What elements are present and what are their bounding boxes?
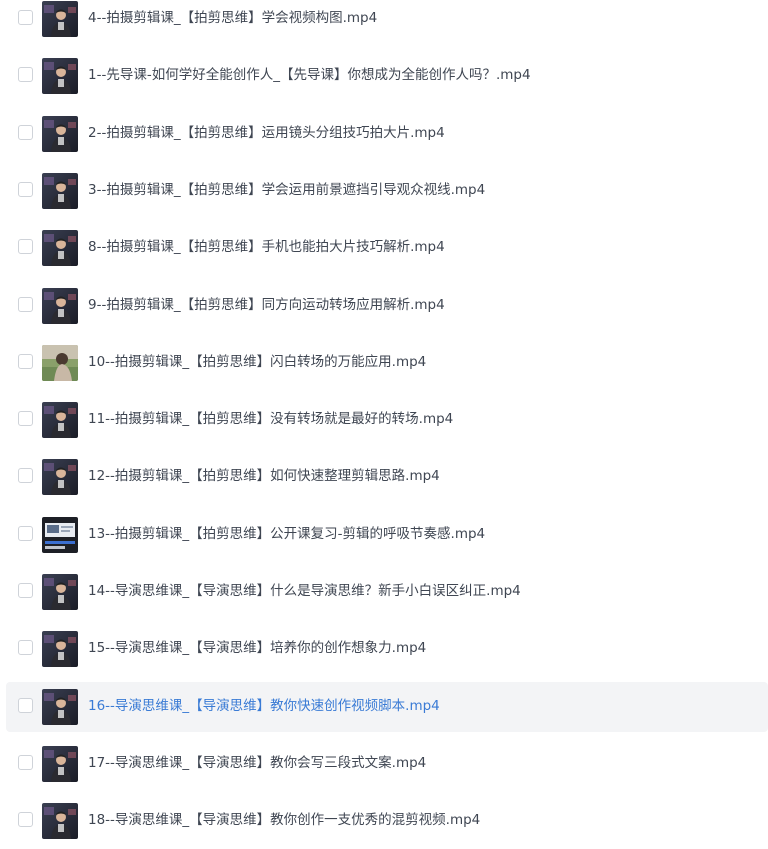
file-row[interactable]: 15--导演思维课_【导演思维】培养你的创作想象力.mp4 <box>6 624 768 674</box>
file-checkbox[interactable] <box>18 468 33 484</box>
file-checkbox[interactable] <box>18 10 33 25</box>
file-name[interactable]: 13--拍摄剪辑课_【拍剪思维】公开课复习-剪辑的呼吸节奏感.mp4 <box>88 524 485 544</box>
file-row[interactable]: 13--拍摄剪辑课_【拍剪思维】公开课复习-剪辑的呼吸节奏感.mp4 <box>6 510 768 560</box>
file-name[interactable]: 10--拍摄剪辑课_【拍剪思维】闪白转场的万能应用.mp4 <box>88 352 426 372</box>
file-checkbox[interactable] <box>18 525 33 541</box>
video-thumbnail[interactable] <box>42 745 78 782</box>
file-name[interactable]: 4--拍摄剪辑课_【拍剪思维】学会视频构图.mp4 <box>88 8 377 28</box>
video-thumbnail[interactable] <box>42 402 78 439</box>
file-checkbox[interactable] <box>18 296 33 312</box>
file-name[interactable]: 14--导演思维课_【导演思维】什么是导演思维？新手小白误区纠正.mp4 <box>88 581 521 601</box>
file-name[interactable]: 1--先导课-如何学好全能创作人_【先导课】你想成为全能创作人吗？.mp4 <box>88 65 531 85</box>
file-checkbox[interactable] <box>18 239 33 255</box>
video-thumbnail[interactable] <box>42 631 78 668</box>
file-name[interactable]: 15--导演思维课_【导演思维】培养你的创作想象力.mp4 <box>88 638 426 658</box>
video-thumbnail[interactable] <box>42 1 78 37</box>
file-row[interactable]: 17--导演思维课_【导演思维】教你会写三段式文案.mp4 <box>6 739 768 789</box>
video-thumbnail[interactable] <box>42 574 78 610</box>
file-checkbox[interactable] <box>18 754 33 770</box>
file-checkbox[interactable] <box>18 697 33 713</box>
file-checkbox[interactable] <box>18 124 33 140</box>
file-name[interactable]: 2--拍摄剪辑课_【拍剪思维】运用镜头分组技巧拍大片.mp4 <box>88 123 445 143</box>
file-checkbox[interactable] <box>18 583 33 598</box>
video-thumbnail[interactable] <box>42 688 78 725</box>
file-row[interactable]: 9--拍摄剪辑课_【拍剪思维】同方向运动转场应用解析.mp4 <box>6 281 768 331</box>
video-thumbnail[interactable] <box>42 115 78 152</box>
file-name[interactable]: 3--拍摄剪辑课_【拍剪思维】学会运用前景遮挡引导观众视线.mp4 <box>88 180 485 200</box>
file-name[interactable]: 16--导演思维课_【导演思维】教你快速创作视频脚本.mp4 <box>88 696 440 716</box>
video-thumbnail[interactable] <box>42 287 78 324</box>
file-name[interactable]: 17--导演思维课_【导演思维】教你会写三段式文案.mp4 <box>88 753 426 773</box>
file-row[interactable]: 3--拍摄剪辑课_【拍剪思维】学会运用前景遮挡引导观众视线.mp4 <box>6 166 768 216</box>
file-name[interactable]: 18--导演思维课_【导演思维】教你创作一支优秀的混剪视频.mp4 <box>88 810 480 830</box>
file-checkbox[interactable] <box>18 181 33 197</box>
file-name[interactable]: 11--拍摄剪辑课_【拍剪思维】没有转场就是最好的转场.mp4 <box>88 409 453 429</box>
file-name[interactable]: 8--拍摄剪辑课_【拍剪思维】手机也能拍大片技巧解析.mp4 <box>88 237 445 257</box>
file-name[interactable]: 9--拍摄剪辑课_【拍剪思维】同方向运动转场应用解析.mp4 <box>88 295 445 315</box>
file-row[interactable]: 12--拍摄剪辑课_【拍剪思维】如何快速整理剪辑思路.mp4 <box>6 452 768 502</box>
file-checkbox[interactable] <box>18 67 33 83</box>
file-checkbox[interactable] <box>18 353 33 369</box>
video-thumbnail[interactable] <box>42 58 78 95</box>
file-row[interactable]: 18--导演思维课_【导演思维】教你创作一支优秀的混剪视频.mp4 <box>6 796 768 846</box>
file-row[interactable]: 11--拍摄剪辑课_【拍剪思维】没有转场就是最好的转场.mp4 <box>6 395 768 445</box>
file-row[interactable]: 1--先导课-如何学好全能创作人_【先导课】你想成为全能创作人吗？.mp4 <box>6 51 768 101</box>
file-row[interactable]: 8--拍摄剪辑课_【拍剪思维】手机也能拍大片技巧解析.mp4 <box>6 223 768 273</box>
video-thumbnail[interactable] <box>42 459 78 496</box>
file-checkbox[interactable] <box>18 640 33 656</box>
file-row[interactable]: 16--导演思维课_【导演思维】教你快速创作视频脚本.mp4 <box>6 681 768 732</box>
file-checkbox[interactable] <box>18 812 33 828</box>
video-thumbnail[interactable] <box>42 803 78 840</box>
file-name[interactable]: 12--拍摄剪辑课_【拍剪思维】如何快速整理剪辑思路.mp4 <box>88 466 440 486</box>
file-row[interactable]: 4--拍摄剪辑课_【拍剪思维】学会视频构图.mp4 <box>6 0 768 44</box>
video-thumbnail[interactable] <box>42 344 78 381</box>
video-thumbnail[interactable] <box>42 516 78 553</box>
video-thumbnail[interactable] <box>42 230 78 267</box>
file-row[interactable]: 14--导演思维课_【导演思维】什么是导演思维？新手小白误区纠正.mp4 <box>6 567 768 617</box>
file-checkbox[interactable] <box>18 411 33 427</box>
file-row[interactable]: 10--拍摄剪辑课_【拍剪思维】闪白转场的万能应用.mp4 <box>6 338 768 388</box>
file-row[interactable]: 2--拍摄剪辑课_【拍剪思维】运用镜头分组技巧拍大片.mp4 <box>6 109 768 159</box>
video-thumbnail[interactable] <box>42 172 78 209</box>
